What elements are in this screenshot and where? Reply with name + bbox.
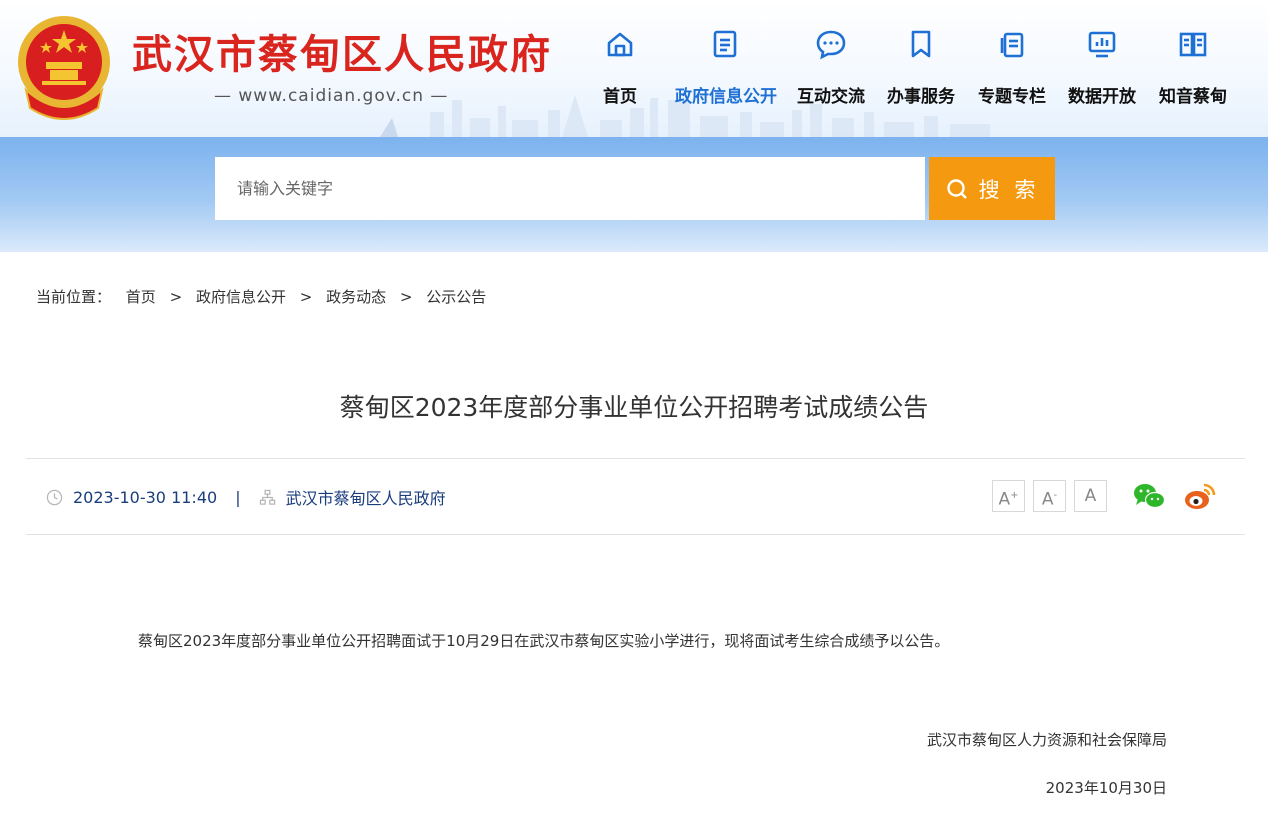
font-increase-button[interactable]: A+ <box>992 480 1025 512</box>
article-source: 武汉市蔡甸区人民政府 <box>285 489 446 508</box>
breadcrumb-separator: > <box>399 288 413 306</box>
breadcrumb-announcements[interactable]: 公示公告 <box>426 288 486 306</box>
breadcrumb-home[interactable]: 首页 <box>126 288 156 306</box>
nav-item-interaction[interactable]: 互动交流 <box>787 26 875 114</box>
article-meta: 2023-10-30 11:40 | 武汉市蔡甸区人民政府 <box>46 485 446 509</box>
bookmark-icon <box>911 30 931 58</box>
home-icon <box>607 32 633 57</box>
nav-label-interaction: 互动交流 <box>797 87 865 107</box>
breadcrumb-gov-affairs[interactable]: 政务动态 <box>326 288 386 306</box>
article-container: 当前位置： 首页 > 政府信息公开 > 政务动态 > 公示公告 蔡甸区2023年… <box>7 252 1261 840</box>
nav-label-gov-info: 政府信息公开 <box>675 87 777 107</box>
publish-datetime: 2023-10-30 11:40 <box>73 487 218 507</box>
font-decrease-button[interactable]: A- <box>1033 480 1066 512</box>
document-list-icon <box>713 30 737 58</box>
stacked-pages-icon <box>1000 32 1024 58</box>
search-button-label: 搜 索 <box>978 177 1040 202</box>
weibo-share-icon[interactable] <box>1182 480 1218 512</box>
signature-organization: 武汉市蔡甸区人力资源和社会保障局 <box>926 731 1167 749</box>
search-icon <box>946 178 967 199</box>
nav-item-open-data[interactable]: 数据开放 <box>1058 26 1146 114</box>
nav-item-zhiyin-caidian[interactable]: 知音蔡甸 <box>1149 26 1237 114</box>
nav-label-zhiyin-caidian: 知音蔡甸 <box>1159 87 1227 107</box>
article-title: 蔡甸区2023年度部分事业单位公开招聘考试成绩公告 <box>339 393 929 422</box>
divider <box>26 534 1245 535</box>
search-button[interactable]: 搜 索 <box>929 157 1055 220</box>
divider <box>26 458 1245 459</box>
site-header: 武汉市蔡甸区人民政府 — www.caidian.gov.cn — 首页 政府信… <box>0 0 1268 137</box>
clock-icon <box>46 489 63 505</box>
article-body: 蔡甸区2023年度部分事业单位公开招聘面试于10月29日在武汉市蔡甸区实验小学进… <box>138 632 950 650</box>
font-increase-label: A <box>998 489 1011 510</box>
nav-label-services: 办事服务 <box>887 87 955 107</box>
signature-date: 2023年10月30日 <box>1045 779 1167 797</box>
nav-item-services[interactable]: 办事服务 <box>877 26 965 114</box>
site-title: 武汉市蔡甸区人民政府 <box>132 31 552 78</box>
site-url: — www.caidian.gov.cn — <box>214 86 449 106</box>
nav-label-home: 首页 <box>603 87 637 107</box>
national-emblem-logo <box>18 16 110 120</box>
open-book-icon <box>1179 32 1207 57</box>
monitor-chart-icon <box>1088 31 1116 58</box>
nav-label-open-data: 数据开放 <box>1068 87 1136 107</box>
wechat-share-icon[interactable] <box>1131 480 1167 512</box>
font-reset-label: A <box>1084 486 1097 506</box>
font-decrease-label: A <box>1041 489 1054 510</box>
nav-item-gov-info[interactable]: 政府信息公开 <box>675 26 777 114</box>
breadcrumb-separator: > <box>299 288 313 306</box>
font-size-controls: A+ A- A <box>992 480 1115 512</box>
nav-item-home[interactable]: 首页 <box>576 26 664 114</box>
breadcrumb: 当前位置： 首页 > 政府信息公开 > 政务动态 > 公示公告 <box>36 286 486 307</box>
organization-icon <box>259 489 275 505</box>
nav-label-topics: 专题专栏 <box>978 87 1046 107</box>
font-reset-button[interactable]: A <box>1074 480 1107 512</box>
breadcrumb-prefix: 当前位置： <box>36 288 112 306</box>
chat-bubble-icon <box>816 30 846 60</box>
breadcrumb-separator: > <box>169 288 183 306</box>
meta-separator: | <box>235 487 241 507</box>
nav-item-topics[interactable]: 专题专栏 <box>968 26 1056 114</box>
breadcrumb-gov-info[interactable]: 政府信息公开 <box>196 288 286 306</box>
search-band: 搜 索 <box>0 137 1268 252</box>
search-input[interactable] <box>215 157 925 220</box>
